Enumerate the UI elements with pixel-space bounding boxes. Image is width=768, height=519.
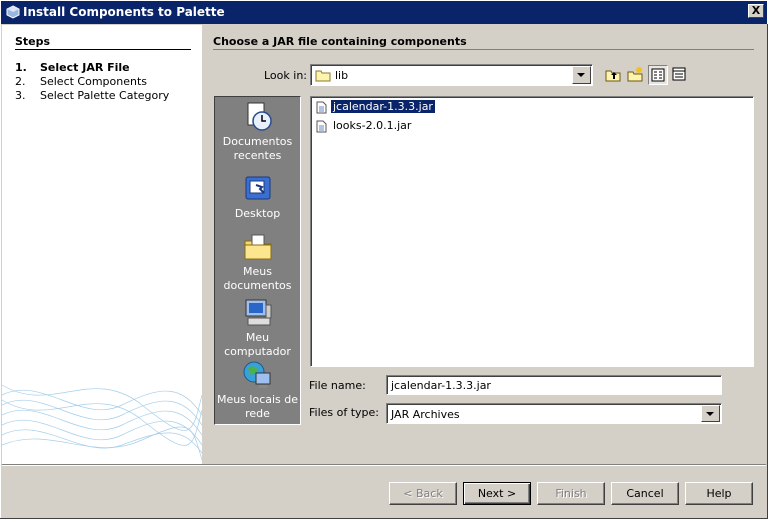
steps-heading: Steps	[15, 35, 51, 48]
place-desktop[interactable]: Desktop	[215, 173, 300, 221]
list-view-icon	[651, 68, 665, 82]
place-label: Meu computador	[224, 331, 291, 358]
place-label: Documentos recentes	[222, 135, 293, 162]
decorative-waves-image	[2, 384, 202, 461]
file-name: looks-2.0.1.jar	[333, 119, 412, 132]
list-item[interactable]: looks-2.0.1.jar	[316, 118, 413, 133]
chevron-down-icon[interactable]	[701, 405, 720, 422]
step-label: Select JAR File	[40, 61, 130, 74]
file-name-label: File name:	[309, 379, 366, 392]
desktop-icon	[245, 176, 270, 200]
look-in-label: Look in:	[264, 69, 307, 82]
step-number: 1.	[15, 61, 27, 74]
new-folder-button[interactable]	[626, 65, 646, 85]
file-name-value: jcalendar-1.3.3.jar	[391, 379, 491, 392]
steps-divider	[15, 49, 191, 50]
look-in-combo[interactable]: lib	[310, 64, 593, 86]
help-button[interactable]: Help	[685, 482, 753, 505]
places-bar: Documentos recentes Desktop Meus documen…	[214, 96, 301, 425]
place-label: Meus documentos	[223, 265, 292, 292]
cancel-button[interactable]: Cancel	[611, 482, 679, 505]
window-title: Install Components to Palette	[23, 5, 225, 19]
step-1: 1. Select JAR File	[15, 61, 130, 74]
step-label: Select Components	[40, 75, 148, 88]
back-button[interactable]: < Back	[389, 482, 457, 505]
list-view-button[interactable]	[648, 65, 668, 85]
folder-icon	[315, 70, 331, 82]
steps-panel: Steps 1. Select JAR File 2. Select Compone…	[2, 25, 202, 464]
heading-divider	[213, 49, 754, 50]
file-name: jcalendar-1.3.3.jar	[330, 99, 436, 114]
file-list[interactable]: jcalendar-1.3.3.jar looks-2.0.1.jar	[310, 96, 754, 367]
place-network[interactable]: Meus locais de rede	[215, 359, 300, 421]
my-computer-icon	[245, 299, 271, 326]
list-item[interactable]: jcalendar-1.3.3.jar	[316, 99, 436, 114]
button-bar-divider	[2, 464, 766, 466]
place-my-computer[interactable]: Meu computador	[215, 297, 300, 359]
step-3: 3. Select Palette Category	[15, 89, 169, 102]
my-documents-icon	[244, 234, 271, 260]
close-button[interactable]: X	[748, 4, 764, 18]
place-label: Desktop	[234, 207, 281, 220]
page-title: Choose a JAR file containing components	[213, 35, 467, 48]
step-number: 2.	[15, 75, 26, 88]
step-2: 2. Select Components	[15, 75, 147, 88]
up-folder-icon	[605, 70, 621, 82]
jar-file-icon	[316, 101, 327, 113]
files-of-type-combo[interactable]: JAR Archives	[386, 403, 722, 424]
look-in-value: lib	[335, 69, 349, 82]
up-folder-button[interactable]	[604, 65, 624, 85]
step-label: Select Palette Category	[40, 89, 170, 102]
files-of-type-value: JAR Archives	[391, 408, 460, 421]
app-icon	[6, 5, 20, 19]
chevron-down-icon[interactable]	[572, 66, 591, 84]
next-button[interactable]: Next >	[463, 482, 531, 505]
finish-button[interactable]: Finish	[537, 482, 605, 505]
new-folder-icon	[627, 66, 643, 82]
jar-file-icon	[316, 120, 327, 132]
place-label: Meus locais de rede	[216, 393, 299, 420]
place-my-documents[interactable]: Meus documentos	[215, 231, 300, 293]
step-number: 3.	[15, 89, 26, 102]
network-places-icon	[243, 361, 270, 388]
recent-documents-icon	[247, 102, 272, 131]
window-frame-left	[0, 24, 2, 519]
close-icon: X	[751, 4, 761, 17]
files-of-type-label: Files of type:	[309, 406, 380, 419]
file-name-field[interactable]: jcalendar-1.3.3.jar	[386, 375, 722, 395]
place-recent-documents[interactable]: Documentos recentes	[215, 101, 300, 163]
details-view-icon	[672, 67, 686, 81]
title-bar: Install Components to Palette	[0, 0, 768, 24]
details-view-button[interactable]	[670, 65, 690, 85]
